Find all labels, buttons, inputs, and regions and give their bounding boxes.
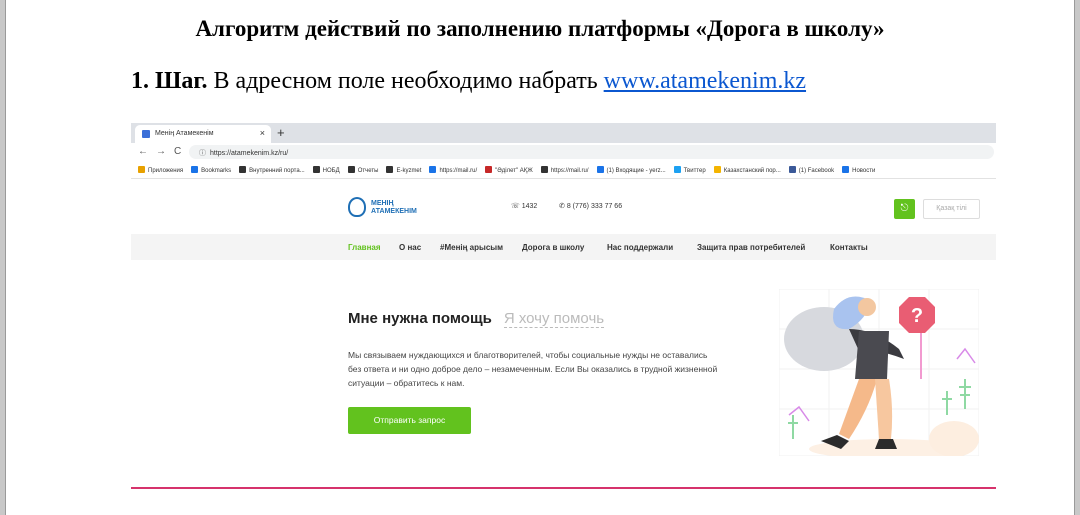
logo-line-2: АТАМЕКЕНІМ bbox=[371, 208, 417, 215]
send-request-button[interactable]: Отправить запрос bbox=[348, 407, 471, 434]
nav-home[interactable]: Главная bbox=[348, 243, 381, 252]
bookmark-favicon-icon bbox=[429, 166, 437, 173]
phone-icon: ☏ bbox=[511, 203, 520, 210]
bookmark-item[interactable]: https://mail.ru/ bbox=[429, 166, 477, 174]
page-right-margin bbox=[1074, 0, 1080, 515]
document-title: Алгоритм действий по заполнению платформ… bbox=[195, 16, 885, 41]
page-left-margin bbox=[0, 0, 6, 515]
close-tab-icon[interactable]: × bbox=[260, 128, 265, 138]
section-divider bbox=[131, 487, 996, 489]
bookmark-label: Bookmarks bbox=[201, 168, 232, 174]
bookmark-item[interactable]: НОБД bbox=[312, 166, 340, 174]
hero-description: Мы связываем нуждающихся и благотворител… bbox=[348, 350, 718, 388]
bookmark-item[interactable]: https://mail.ru/ bbox=[540, 166, 589, 174]
bookmark-item[interactable]: Отчеты bbox=[347, 166, 379, 174]
bookmark-item[interactable]: Новости bbox=[842, 166, 875, 174]
bookmark-label: НОБД bbox=[322, 168, 340, 174]
bookmark-favicon-icon bbox=[191, 166, 199, 173]
fingerprint-logo-icon bbox=[348, 197, 366, 217]
site-favicon-icon bbox=[142, 130, 150, 138]
bookmark-item[interactable]: Bookmarks bbox=[191, 166, 231, 174]
bookmark-label: Отчеты bbox=[357, 168, 379, 174]
bookmark-favicon-icon bbox=[540, 166, 548, 173]
back-icon[interactable]: ← bbox=[138, 146, 148, 157]
forward-icon[interactable]: → bbox=[156, 146, 166, 157]
svg-text:?: ? bbox=[911, 305, 923, 327]
bookmark-favicon-icon bbox=[788, 166, 796, 173]
bookmark-favicon-icon bbox=[842, 166, 850, 173]
tab-title: Менің Атамекенім bbox=[155, 130, 214, 137]
bookmark-favicon-icon bbox=[347, 166, 355, 173]
bookmark-favicon-icon bbox=[138, 166, 145, 173]
bookmark-label: Твиттер bbox=[683, 168, 706, 174]
site-logo[interactable]: МЕНІҢ АТАМЕКЕНІМ bbox=[371, 200, 417, 216]
bookmark-item[interactable]: Приложения bbox=[138, 166, 183, 174]
reload-icon[interactable]: C bbox=[174, 146, 181, 157]
exit-button[interactable]: ⎋ bbox=[894, 199, 915, 219]
browser-screenshot: Менің Атамекенім × + ← → C ⓘ https://atam… bbox=[131, 123, 996, 456]
bookmarks-bar: Приложения Bookmarks Внутренний порта... НО… bbox=[131, 162, 996, 179]
bookmark-favicon-icon bbox=[673, 166, 681, 173]
bookmark-item[interactable]: Казахстанский пор... bbox=[713, 166, 781, 174]
step-link[interactable]: www.atamekenim.kz bbox=[604, 68, 806, 94]
site-info-icon[interactable]: ⓘ bbox=[199, 150, 206, 157]
bookmark-label: (1) Входящие - yerz... bbox=[606, 168, 666, 174]
full-phone-number: 8 (776) 333 77 66 bbox=[566, 203, 623, 210]
bookmark-label: (1) Facebook bbox=[798, 168, 835, 174]
bookmark-item[interactable]: (1) Входящие - yerz... bbox=[596, 166, 666, 174]
nav-supporters[interactable]: Нас поддержали bbox=[607, 243, 673, 252]
language-button[interactable]: Қазақ тілі bbox=[923, 199, 980, 219]
new-tab-button[interactable]: + bbox=[277, 125, 285, 140]
bookmark-item[interactable]: (1) Facebook bbox=[788, 166, 835, 174]
hero-illustration: ? bbox=[779, 289, 979, 456]
url-text: https://atamekenim.kz/ru/ bbox=[210, 150, 289, 157]
site-nav: Главная О нас #Менің арысым Дорога в шко… bbox=[131, 234, 996, 260]
nav-road-to-school[interactable]: Дорога в школу bbox=[522, 243, 584, 252]
bookmark-item[interactable]: E-kyzmet bbox=[386, 166, 421, 174]
short-phone[interactable]: ☏ 1432 bbox=[511, 202, 537, 210]
nav-consumer-rights[interactable]: Защита прав потребителей bbox=[697, 243, 805, 252]
url-input[interactable]: ⓘ https://atamekenim.kz/ru/ bbox=[189, 145, 994, 159]
bookmark-item[interactable]: "Әділет" АҚЖ bbox=[485, 166, 533, 174]
nav-about[interactable]: О нас bbox=[399, 243, 421, 252]
nav-contacts[interactable]: Контакты bbox=[830, 243, 868, 252]
step-1-line: 1. Шаг. В адресном поле необходимо набра… bbox=[131, 68, 806, 95]
bookmark-favicon-icon bbox=[485, 166, 493, 173]
tab-want-to-help[interactable]: Я хочу помочь bbox=[503, 310, 605, 328]
browser-tab[interactable]: Менің Атамекенім × bbox=[135, 125, 271, 143]
bookmark-label: Приложения bbox=[148, 168, 184, 174]
browser-tab-bar: Менің Атамекенім × + bbox=[131, 123, 996, 143]
site-header: МЕНІҢ АТАМЕКЕНІМ ☏ 1432 ✆ 8 (776) 333 77 … bbox=[131, 180, 996, 234]
step-text: В адресном поле необходимо набрать bbox=[207, 68, 604, 94]
bookmark-label: https://mail.ru/ bbox=[550, 168, 589, 174]
whatsapp-icon: ✆ bbox=[559, 203, 565, 210]
nav-menin-arysym[interactable]: #Менің арысым bbox=[440, 243, 503, 252]
logo-line-1: МЕНІҢ bbox=[371, 200, 394, 207]
bookmark-favicon-icon bbox=[596, 166, 604, 173]
bookmark-favicon-icon bbox=[713, 166, 721, 173]
step-label: 1. Шаг. bbox=[131, 68, 208, 94]
hero-tabs: Мне нужна помощь Я хочу помочь bbox=[348, 310, 605, 328]
address-bar-row: ← → C ⓘ https://atamekenim.kz/ru/ bbox=[131, 143, 996, 162]
bookmark-label: https://mail.ru/ bbox=[439, 168, 478, 174]
full-phone[interactable]: ✆ 8 (776) 333 77 66 bbox=[559, 202, 622, 210]
bookmark-label: E-kyzmet bbox=[396, 168, 422, 174]
tab-need-help[interactable]: Мне нужна помощь bbox=[348, 310, 492, 327]
bookmark-favicon-icon bbox=[312, 166, 320, 173]
bookmark-label: Казахстанский пор... bbox=[723, 168, 781, 174]
bookmark-favicon-icon bbox=[239, 166, 247, 173]
bookmark-label: Внутренний порта... bbox=[249, 168, 305, 174]
bookmark-label: "Әділет" АҚЖ bbox=[495, 168, 533, 174]
exit-door-icon: ⎋ bbox=[900, 203, 909, 214]
bookmark-label: Новости bbox=[852, 168, 876, 174]
bookmark-item[interactable]: Внутренний порта... bbox=[239, 166, 305, 174]
bookmark-favicon-icon bbox=[386, 166, 394, 173]
bookmark-item[interactable]: Твиттер bbox=[673, 166, 706, 174]
short-phone-number: 1432 bbox=[521, 203, 538, 210]
